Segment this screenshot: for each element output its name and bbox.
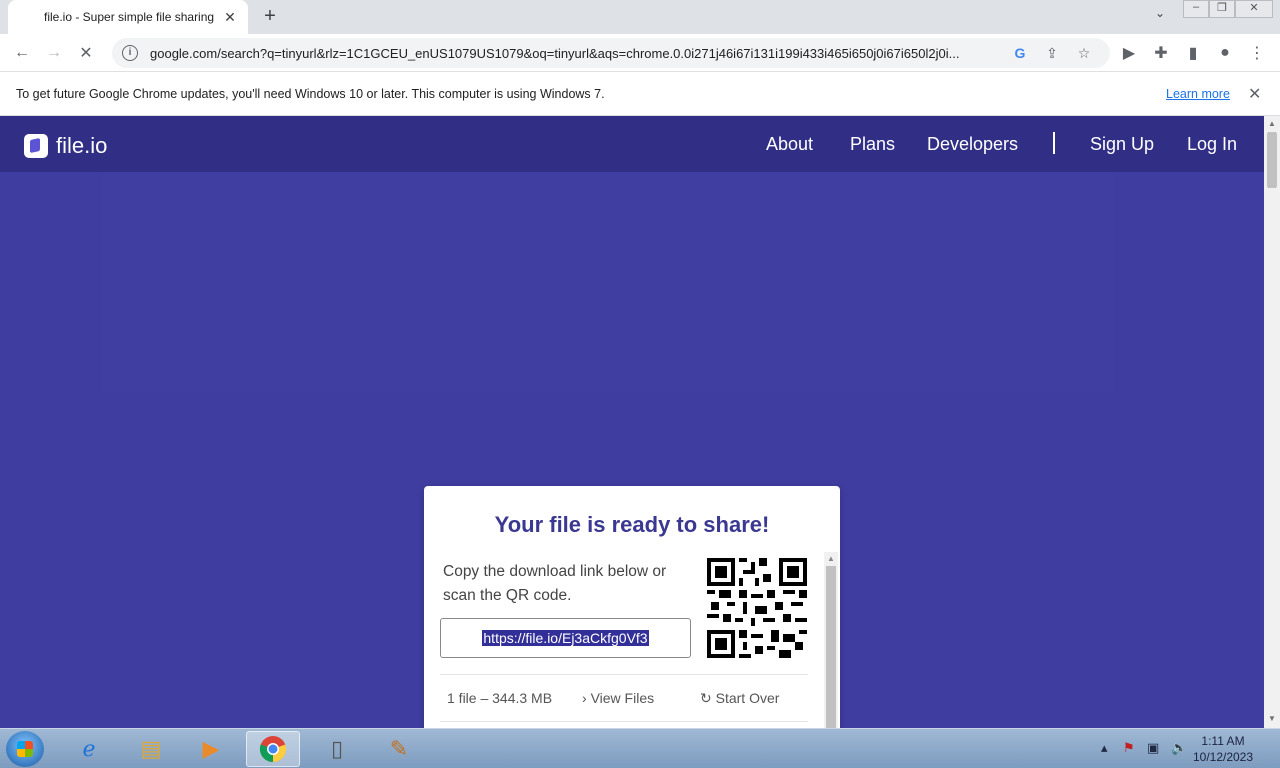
logo-text: file.io: [56, 133, 108, 158]
card-scrollbar-thumb[interactable]: [826, 566, 836, 728]
close-window-icon[interactable]: ✕: [1235, 0, 1273, 18]
site-logo[interactable]: file.io: [24, 133, 107, 159]
chrome-logo: [259, 736, 287, 763]
profile-avatar-icon[interactable]: ●: [1213, 41, 1237, 65]
file-logo-icon: [24, 134, 48, 158]
scroll-down-icon[interactable]: ▼: [1268, 714, 1276, 723]
stop-loading-icon[interactable]: ✕: [74, 41, 98, 65]
nav-divider: [1053, 132, 1055, 154]
update-infobar: To get future Google Chrome updates, you…: [0, 72, 1280, 116]
download-link-field[interactable]: https://file.io/Ej3aCkfg0Vf3: [440, 618, 691, 658]
action-center-icon[interactable]: ⚑: [1123, 740, 1135, 756]
media-player-icon[interactable]: ▶: [184, 731, 238, 767]
clock-time: 1:11 AM: [1201, 734, 1245, 748]
page-scrollbar[interactable]: ▲ ▼: [1264, 116, 1280, 728]
url-text[interactable]: google.com/search?q=tinyurl&rlz=1C1GCEU_…: [150, 46, 1004, 61]
volume-icon[interactable]: 🔈: [1171, 740, 1187, 756]
start-over-label: Start Over: [715, 690, 780, 706]
page-content: file.io About Plans Developers Sign Up L…: [0, 116, 1264, 728]
tab-title: file.io - Super simple file sharing: [44, 10, 215, 24]
share-card: Your file is ready to share! Copy the do…: [424, 486, 840, 728]
scroll-up-icon[interactable]: ▲: [1268, 119, 1276, 128]
minimize-icon[interactable]: –: [1183, 0, 1209, 18]
view-files-label: View Files: [590, 690, 655, 706]
restore-icon[interactable]: ❐: [1209, 0, 1235, 18]
tray-expand-icon[interactable]: ▴: [1101, 740, 1108, 756]
page-scrollbar-thumb[interactable]: [1267, 132, 1277, 188]
browser-toolbar: ← → ✕ i google.com/search?q=tinyurl&rlz=…: [0, 34, 1280, 72]
media-play-icon[interactable]: ▶: [1117, 41, 1141, 65]
back-icon[interactable]: ←: [10, 41, 34, 65]
nav-signup[interactable]: Sign Up: [1090, 134, 1154, 155]
share-icon[interactable]: ⇪: [1036, 45, 1068, 62]
extensions-icon[interactable]: ✚: [1149, 41, 1173, 65]
card-scrollbar[interactable]: ▲: [824, 552, 838, 728]
start-button[interactable]: [6, 731, 44, 767]
learn-more-link[interactable]: Learn more: [1166, 87, 1230, 101]
close-infobar-icon[interactable]: ✕: [1248, 84, 1261, 104]
mouse-icon[interactable]: ▯: [310, 731, 364, 767]
clock-date: 10/12/2023: [1192, 750, 1254, 764]
download-link-text[interactable]: https://file.io/Ej3aCkfg0Vf3: [482, 630, 649, 646]
side-panel-icon[interactable]: ▮: [1181, 41, 1205, 65]
clock[interactable]: 1:11 AM 10/12/2023: [1190, 733, 1256, 765]
forward-icon[interactable]: →: [42, 41, 66, 65]
card-description: Copy the download link below or scan the…: [443, 563, 667, 604]
nav-login[interactable]: Log In: [1187, 134, 1237, 155]
chevron-right-icon: ›: [582, 690, 587, 706]
internet-explorer-icon[interactable]: ℯ: [62, 731, 116, 767]
card-divider: [440, 674, 808, 675]
file-info: 1 file – 344.3 MB: [447, 690, 553, 706]
close-tab-icon[interactable]: ✕: [222, 9, 238, 26]
scroll-up-icon[interactable]: ▲: [827, 554, 835, 563]
refresh-icon: ↻: [700, 690, 712, 706]
bookmark-star-icon[interactable]: ☆: [1068, 45, 1100, 62]
browser-tab[interactable]: file.io - Super simple file sharing ✕: [8, 0, 248, 34]
start-over-button[interactable]: ↻ Start Over: [700, 690, 779, 707]
new-tab-button[interactable]: +: [258, 5, 282, 29]
menu-kebab-icon[interactable]: ⋮: [1245, 41, 1269, 65]
file-explorer-icon[interactable]: ▤: [124, 731, 178, 767]
nav-plans[interactable]: Plans: [850, 134, 895, 155]
card-divider: [440, 721, 808, 722]
site-header: file.io About Plans Developers Sign Up L…: [0, 116, 1264, 172]
address-bar[interactable]: i google.com/search?q=tinyurl&rlz=1C1GCE…: [112, 38, 1110, 68]
google-lens-icon[interactable]: G: [1004, 45, 1036, 61]
card-title: Your file is ready to share!: [494, 512, 770, 537]
infobar-message: To get future Google Chrome updates, you…: [16, 87, 605, 101]
site-info-icon[interactable]: i: [122, 45, 138, 61]
nav-developers[interactable]: Developers: [927, 134, 1018, 155]
spinner-icon: [18, 9, 34, 25]
windows-logo-icon: [17, 741, 33, 757]
tab-search-icon[interactable]: ⌄: [1150, 6, 1170, 26]
background-panel: [102, 172, 1114, 392]
network-icon[interactable]: ▣: [1147, 740, 1159, 756]
qr-code: [707, 558, 807, 658]
chrome-icon[interactable]: [246, 731, 300, 767]
windows-taskbar: ℯ ▤ ▶ ▯ ✎ ▴ ⚑ ▣ 🔈 1:11 AM 10/12/2023: [0, 728, 1280, 768]
paint-icon[interactable]: ✎: [372, 731, 426, 767]
view-files-button[interactable]: › View Files: [582, 690, 654, 706]
tab-strip: file.io - Super simple file sharing ✕ + …: [0, 0, 1280, 34]
nav-about[interactable]: About: [766, 134, 813, 155]
